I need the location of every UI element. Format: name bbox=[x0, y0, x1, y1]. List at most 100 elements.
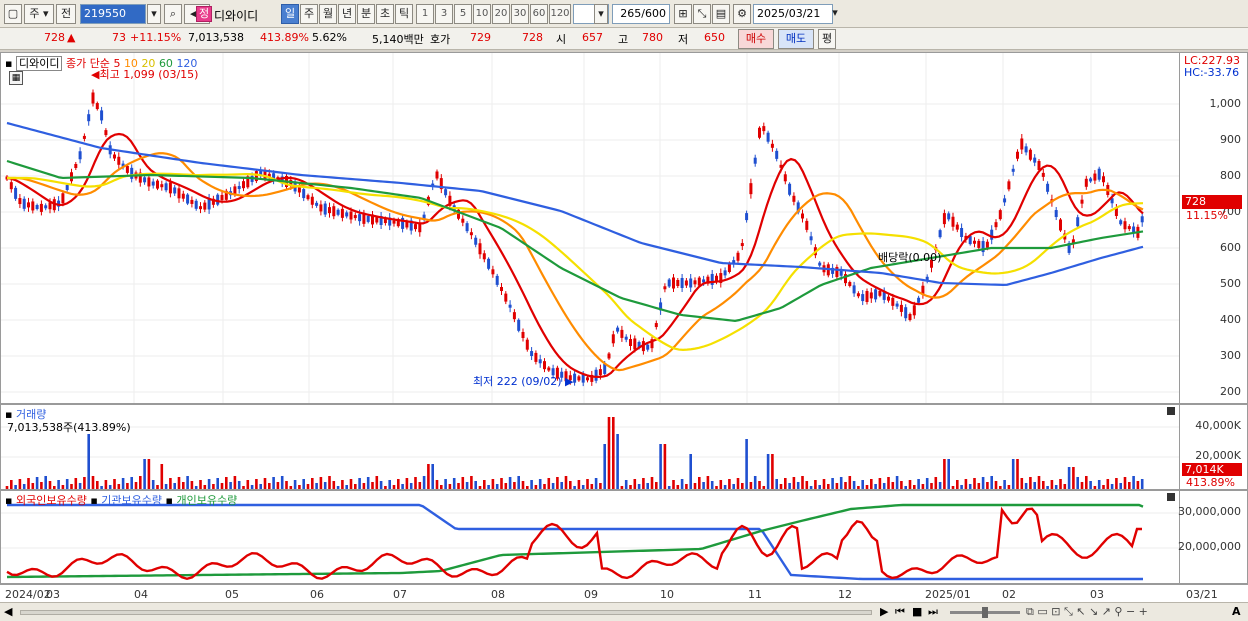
volume-bar bbox=[298, 485, 301, 489]
holdings-panel[interactable]: ▪ 외국인보유수량 ▪ 기관보유수량 ▪ 개인보유수량 bbox=[0, 490, 1180, 584]
volume-bar bbox=[612, 417, 615, 489]
draw-tool-icon[interactable]: ⤡ bbox=[693, 4, 711, 24]
font-size-icon[interactable]: A bbox=[1232, 605, 1241, 618]
volume-bar bbox=[31, 483, 35, 489]
stock-badge: 정 bbox=[196, 6, 212, 22]
interval-10[interactable]: 10 bbox=[473, 4, 491, 24]
candle-body bbox=[504, 293, 508, 302]
date-input[interactable]: 2025/03/21 bbox=[753, 4, 833, 24]
volume-bar bbox=[285, 481, 288, 489]
legend-institution: 기관보유수량 bbox=[101, 494, 163, 507]
calendar-dropdown-icon[interactable]: ▾ bbox=[830, 4, 840, 24]
x-tick: 07 bbox=[393, 588, 407, 601]
stock-code-input[interactable]: 219550 bbox=[80, 4, 146, 24]
volume-bar bbox=[913, 485, 916, 489]
scroll-left-icon[interactable]: ◀ bbox=[4, 605, 12, 618]
volume-bar bbox=[1085, 476, 1088, 489]
panel-close-icon[interactable] bbox=[1167, 493, 1175, 501]
volume-bar bbox=[1093, 486, 1097, 489]
interval-3[interactable]: 3 bbox=[435, 4, 453, 24]
volume-bar bbox=[1110, 484, 1114, 489]
volume-bar bbox=[345, 485, 348, 489]
candle-body bbox=[190, 199, 194, 204]
interval-20[interactable]: 20 bbox=[492, 4, 510, 24]
volume-bar bbox=[839, 477, 843, 489]
candle-body bbox=[938, 230, 942, 238]
period-second[interactable]: 초 bbox=[376, 4, 394, 24]
period-minute[interactable]: 분 bbox=[357, 4, 375, 24]
individual-line bbox=[6, 503, 1144, 579]
period-tick[interactable]: 틱 bbox=[395, 4, 413, 24]
volume-bar bbox=[156, 485, 159, 489]
candle-body bbox=[61, 193, 65, 204]
volume-bar bbox=[44, 476, 47, 489]
period-month[interactable]: 월 bbox=[319, 4, 337, 24]
volume-bar bbox=[1140, 479, 1144, 489]
candle-body bbox=[469, 232, 473, 236]
volume-bar bbox=[61, 485, 65, 489]
turnover-percent: 5.62% bbox=[312, 31, 347, 44]
interval-60[interactable]: 60 bbox=[530, 4, 548, 24]
institution-line bbox=[7, 503, 1143, 581]
candle-body bbox=[1003, 198, 1007, 203]
volume-bar bbox=[762, 486, 766, 489]
volume-bar bbox=[848, 476, 852, 489]
volume-bar bbox=[870, 479, 873, 489]
panel-close-icon[interactable] bbox=[1167, 407, 1175, 415]
candle-body bbox=[977, 240, 981, 248]
candle-body bbox=[1076, 217, 1080, 227]
candle-body bbox=[323, 203, 327, 215]
compare-icon[interactable]: ▤ bbox=[712, 4, 730, 24]
low-price: 650 bbox=[704, 31, 725, 44]
search-icon[interactable]: ⌕ bbox=[164, 4, 182, 24]
sell-button[interactable]: 매도 bbox=[778, 29, 814, 49]
screen-menu-icon[interactable]: ▢ bbox=[4, 4, 22, 24]
candle-body bbox=[319, 204, 323, 212]
volume-panel[interactable]: ▪ 거래량 7,013,538주(413.89%) bbox=[0, 404, 1180, 490]
scroll-right-icon[interactable]: ▶ bbox=[880, 605, 888, 618]
toolbar: ▢ 주 ▾ 전 219550 ▾ ⌕ ◀▾ 정 디와이디 일 주 월 년 분 초… bbox=[0, 0, 1248, 28]
buy-button[interactable]: 매수 bbox=[738, 29, 774, 49]
volume-bar bbox=[599, 483, 602, 489]
candle-body bbox=[985, 241, 989, 248]
volume-bar bbox=[483, 480, 486, 489]
candle-body bbox=[663, 286, 667, 290]
price-chart-canvas[interactable] bbox=[1, 53, 1179, 403]
interval-30[interactable]: 30 bbox=[511, 4, 529, 24]
volume-canvas[interactable] bbox=[1, 405, 1179, 489]
candle-body bbox=[358, 214, 362, 222]
zoom-slider-handle[interactable] bbox=[982, 607, 988, 618]
interval-5[interactable]: 5 bbox=[454, 4, 472, 24]
volume-bar bbox=[977, 483, 981, 489]
interval-1[interactable]: 1 bbox=[416, 4, 434, 24]
candle-body bbox=[594, 369, 598, 381]
candle-body bbox=[710, 273, 714, 285]
average-button[interactable]: 평 bbox=[818, 29, 836, 49]
data-count-field[interactable]: 265/600 bbox=[612, 4, 670, 24]
stop-icon[interactable]: ■ bbox=[912, 605, 922, 618]
volume-bar bbox=[882, 483, 886, 489]
last-page-icon[interactable]: ⏭ bbox=[928, 605, 938, 619]
candle-body bbox=[973, 240, 976, 244]
first-page-icon[interactable]: ⏮ bbox=[895, 605, 905, 619]
type-select[interactable]: 주 ▾ bbox=[24, 4, 54, 24]
settings-icon[interactable]: ⚙ bbox=[733, 4, 751, 24]
volume-bar bbox=[917, 479, 920, 489]
candle-body bbox=[543, 361, 546, 370]
interval-120[interactable]: 120 bbox=[549, 4, 571, 24]
volume-bar bbox=[710, 481, 714, 489]
price-chart-panel[interactable]: ▪ 디와이디 종가 단순 5 10 20 60 120 ▦ ◀최고 1,099 … bbox=[0, 52, 1180, 404]
code-dropdown-icon[interactable]: ▾ bbox=[147, 4, 161, 24]
scrollbar-track[interactable] bbox=[20, 610, 872, 615]
price-axis[interactable]: LC:227.93 HC:-33.76 1,000 900 800 700 60… bbox=[1180, 52, 1248, 404]
prev-button[interactable]: 전 bbox=[56, 4, 76, 24]
period-year[interactable]: 년 bbox=[338, 4, 356, 24]
indicator-icon[interactable]: ⊞ bbox=[674, 4, 692, 24]
custom-interval-dropdown-icon[interactable]: ▾ bbox=[594, 4, 608, 24]
period-week[interactable]: 주 bbox=[300, 4, 318, 24]
volume-bar bbox=[229, 482, 232, 489]
period-day[interactable]: 일 bbox=[281, 4, 299, 24]
candle-body bbox=[530, 351, 534, 357]
chart-tools-icons[interactable]: ⧉ ▭ ⊡ ⤡ ↖ ↘ ↗ ⚲ − + bbox=[1026, 605, 1148, 619]
chart-table-icon[interactable]: ▦ bbox=[9, 71, 23, 85]
